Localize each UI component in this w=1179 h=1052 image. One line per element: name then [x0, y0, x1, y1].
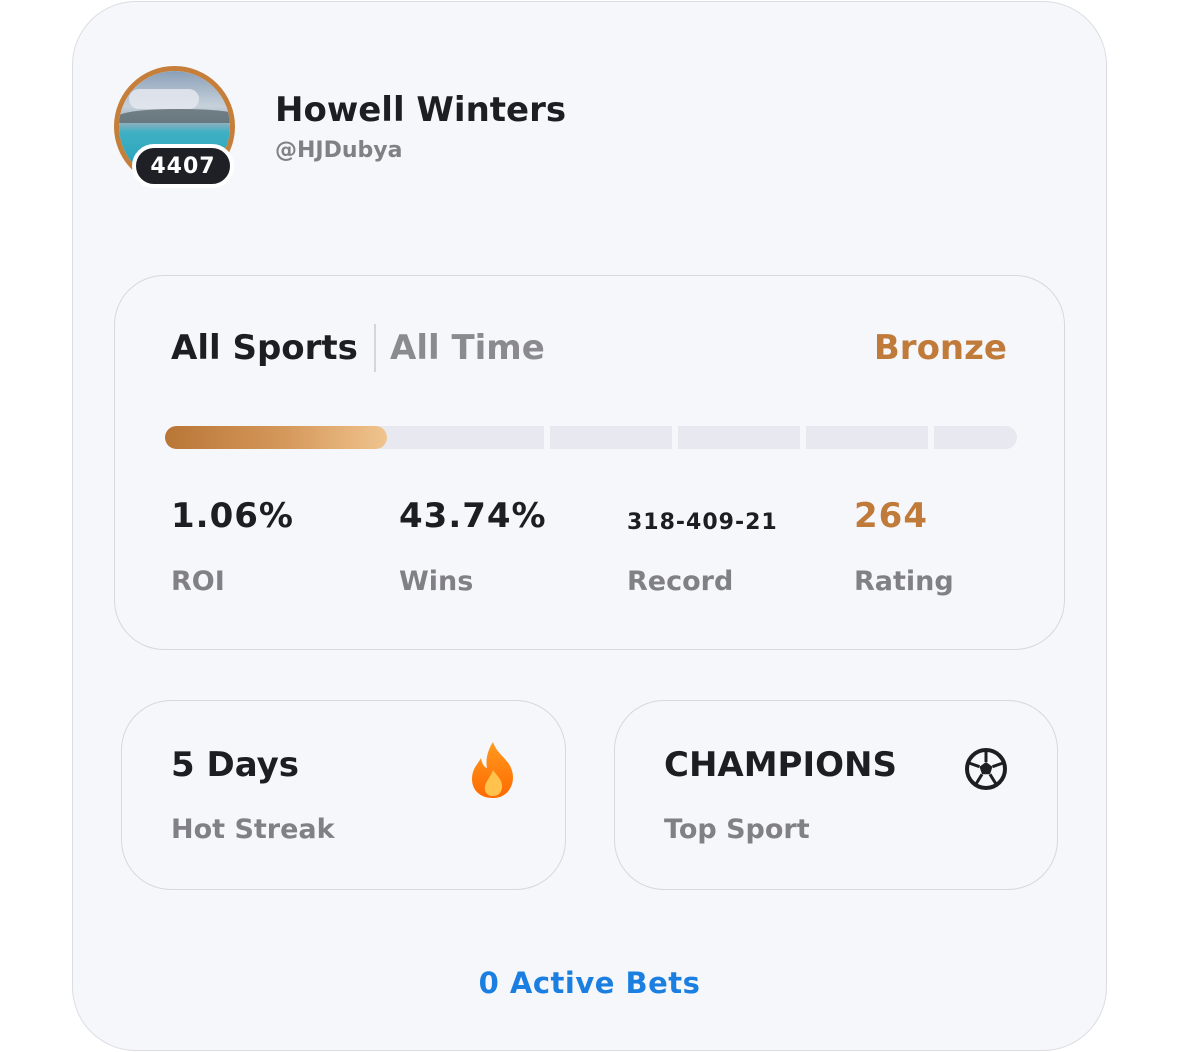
avatar[interactable]: 4407: [114, 66, 235, 188]
flame-icon: [471, 742, 513, 798]
top-sport-value: CHAMPIONS: [664, 745, 897, 785]
period-filter[interactable]: All Time: [390, 328, 545, 368]
active-bets-link[interactable]: 0 Active Bets: [0, 966, 1179, 1000]
record-value: 318-409-21: [627, 510, 778, 535]
streak-label: Hot Streak: [171, 814, 335, 845]
profile-name: Howell Winters: [275, 90, 567, 130]
top-sport-label: Top Sport: [664, 814, 810, 845]
sport-filter[interactable]: All Sports: [171, 328, 358, 368]
roi-value: 1.06%: [171, 496, 294, 536]
top-sport-tile[interactable]: [614, 700, 1058, 890]
profile-handle: @HJDubya: [275, 138, 403, 163]
tier-progress-bar: [165, 426, 1017, 449]
tier-label: Bronze: [873, 328, 1007, 368]
roi-label: ROI: [171, 566, 225, 597]
wins-value: 43.74%: [399, 496, 547, 536]
progress-segment: [806, 426, 928, 449]
rating-value: 264: [854, 496, 928, 536]
progress-segment: [678, 426, 800, 449]
record-label: Record: [627, 566, 734, 597]
rank-badge: 4407: [132, 144, 234, 188]
soccer-ball-icon: [965, 748, 1007, 790]
progress-fill: [165, 426, 387, 449]
progress-segment: [934, 426, 1017, 449]
streak-value: 5 Days: [171, 745, 300, 785]
wins-label: Wins: [399, 566, 474, 597]
progress-segment: [550, 426, 672, 449]
filter-divider: [374, 324, 376, 372]
rating-label: Rating: [854, 566, 954, 597]
